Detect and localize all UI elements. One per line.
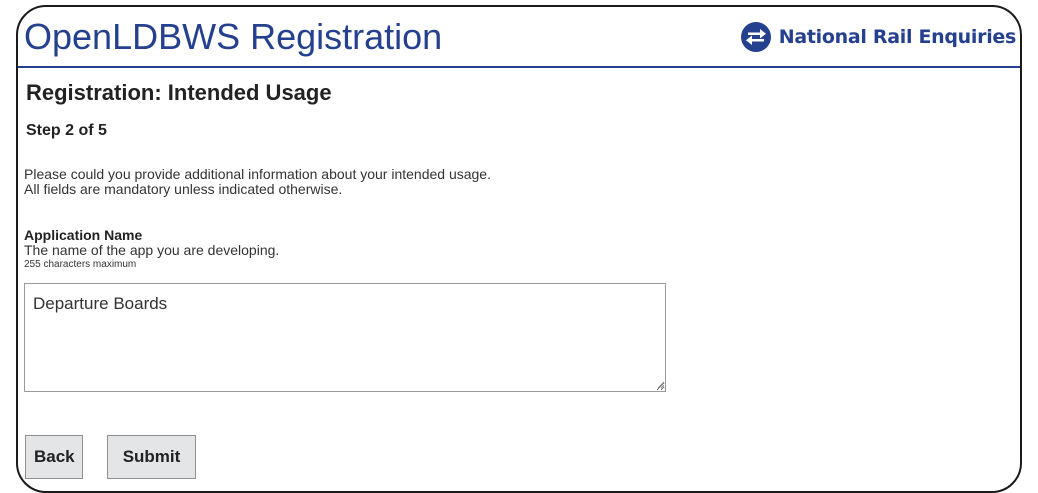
intro-line: All fields are mandatory unless indicate…: [24, 181, 343, 197]
application-name-label: Application Name: [24, 227, 143, 243]
application-name-limit: 255 characters maximum: [24, 259, 137, 270]
step-indicator: Step 2 of 5: [26, 122, 107, 139]
brand-logo: National Rail Enquiries: [740, 21, 1017, 53]
application-name-input[interactable]: [24, 283, 666, 392]
submit-button[interactable]: Submit: [107, 435, 196, 479]
brand-name: National Rail Enquiries: [778, 26, 1017, 48]
intro-line: Please could you provide additional info…: [24, 166, 491, 182]
application-name-help: The name of the app you are developing.: [24, 242, 280, 258]
page-frame: OpenLDBWS Registration National Rail Enq…: [16, 5, 1022, 493]
national-rail-double-arrow-icon: [740, 22, 771, 52]
page-title: Registration: Intended Usage: [26, 80, 332, 105]
back-button[interactable]: Back: [25, 435, 83, 479]
app-title: OpenLDBWS Registration: [24, 16, 443, 57]
header: OpenLDBWS Registration National Rail Enq…: [18, 7, 1020, 68]
intro-text: Please could you provide additional info…: [24, 167, 491, 197]
